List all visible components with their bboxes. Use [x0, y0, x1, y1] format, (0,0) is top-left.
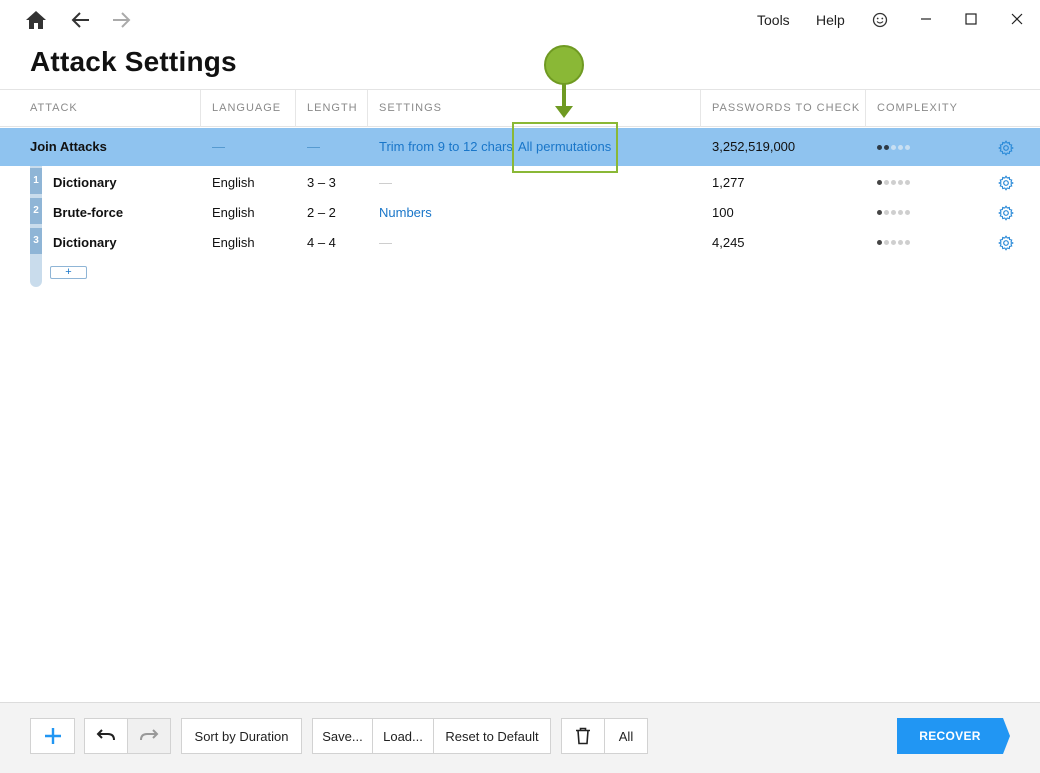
- length-value: 4 – 4: [307, 235, 336, 250]
- annotation-marker: [544, 45, 584, 85]
- header-length[interactable]: LENGTH: [295, 90, 367, 127]
- forward-arrow-icon[interactable]: [109, 8, 133, 32]
- language-value: English: [212, 205, 255, 220]
- home-icon[interactable]: [24, 8, 48, 32]
- delete-all-button[interactable]: All: [604, 718, 648, 754]
- table-row[interactable]: 2 Brute-force English 2 – 2 Numbers 100: [0, 198, 1040, 228]
- language-value: —: [212, 139, 225, 154]
- attack-name: Brute-force: [53, 205, 124, 220]
- gear-icon[interactable]: [998, 140, 1014, 156]
- maximize-icon[interactable]: [957, 6, 985, 32]
- row-index: 1: [30, 168, 42, 194]
- bottom-toolbar: Sort by Duration Save... Load... Reset t…: [0, 702, 1040, 773]
- attack-name: Join Attacks: [30, 139, 107, 154]
- add-attack-button[interactable]: [30, 718, 75, 754]
- complexity-indicator: [877, 180, 910, 185]
- menu-help[interactable]: Help: [816, 12, 845, 28]
- trim-setting-link[interactable]: Trim from 9 to 12 chars: [379, 139, 513, 154]
- header-attack[interactable]: ATTACK: [0, 90, 200, 127]
- complexity-indicator: [877, 145, 910, 150]
- attack-name: Dictionary: [53, 235, 117, 250]
- table-row[interactable]: 3 Dictionary English 4 – 4 — 4,245: [0, 228, 1040, 258]
- redo-button[interactable]: [127, 718, 171, 754]
- undo-icon: [96, 729, 115, 741]
- recover-button[interactable]: RECOVER: [897, 718, 1010, 754]
- recover-label: RECOVER: [919, 729, 981, 743]
- length-value: 2 – 2: [307, 205, 336, 220]
- row-index: 3: [30, 228, 42, 254]
- save-button[interactable]: Save...: [312, 718, 373, 754]
- close-icon[interactable]: [1003, 6, 1031, 32]
- length-value: —: [307, 139, 320, 154]
- plus-icon: [44, 728, 61, 744]
- header-complexity[interactable]: COMPLEXITY: [865, 90, 1040, 127]
- reset-to-default-button[interactable]: Reset to Default: [433, 718, 551, 754]
- settings-value: —: [379, 235, 392, 250]
- annotation-highlight-box: [512, 122, 618, 173]
- trash-icon: [576, 727, 590, 745]
- header-language[interactable]: LANGUAGE: [200, 90, 295, 127]
- gear-icon[interactable]: [998, 175, 1014, 191]
- smiley-feedback-icon[interactable]: [868, 8, 892, 32]
- redo-icon: [140, 729, 159, 741]
- language-value: English: [212, 175, 255, 190]
- menu-tools[interactable]: Tools: [757, 12, 790, 28]
- passwords-count: 100: [712, 205, 734, 220]
- gear-icon[interactable]: [998, 235, 1014, 251]
- sort-by-duration-button[interactable]: Sort by Duration: [181, 718, 302, 754]
- length-value: 3 – 3: [307, 175, 336, 190]
- attack-name: Dictionary: [53, 175, 117, 190]
- complexity-indicator: [877, 210, 910, 215]
- settings-link[interactable]: Numbers: [379, 205, 432, 220]
- back-arrow-icon[interactable]: [69, 8, 93, 32]
- title-bar: Tools Help: [0, 0, 1040, 40]
- minimize-icon[interactable]: [912, 6, 940, 32]
- gear-icon[interactable]: [998, 205, 1014, 221]
- annotation-arrow-head: [555, 106, 573, 118]
- passwords-count: 1,277: [712, 175, 745, 190]
- header-passwords-to-check[interactable]: PASSWORDS TO CHECK: [700, 90, 865, 127]
- page-title: Attack Settings: [30, 46, 237, 77]
- row-index: 2: [30, 198, 42, 224]
- settings-value: —: [379, 175, 392, 190]
- passwords-count: 3,252,519,000: [712, 139, 796, 154]
- complexity-indicator: [877, 240, 910, 245]
- passwords-count: 4,245: [712, 235, 745, 250]
- language-value: English: [212, 235, 255, 250]
- undo-button[interactable]: [84, 718, 128, 754]
- add-sub-attack-button[interactable]: +: [50, 266, 87, 279]
- delete-button[interactable]: [561, 718, 605, 754]
- load-button[interactable]: Load...: [372, 718, 434, 754]
